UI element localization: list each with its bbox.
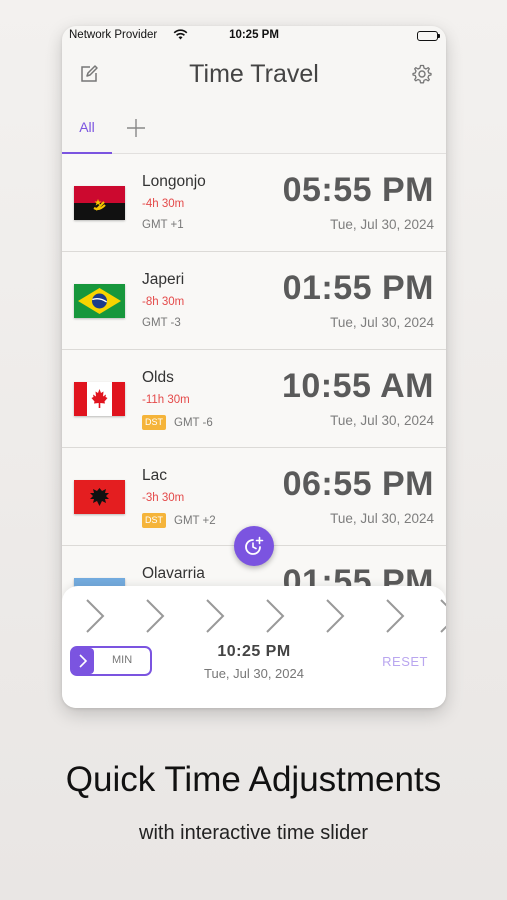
city-date: Tue, Jul 30, 2024 [330, 217, 434, 232]
gmt-line: GMT -3 [142, 317, 181, 329]
canada-flag-icon [74, 382, 125, 416]
city-time: 01:55 PM [282, 269, 434, 307]
tab-all[interactable]: All [62, 116, 112, 154]
city-time: 10:55 AM [281, 367, 434, 405]
city-name: Olds [142, 369, 174, 386]
city-time: 05:55 PM [282, 171, 434, 209]
brazil-flag-icon [74, 284, 125, 318]
gmt-line: DST GMT +2 [142, 513, 216, 528]
time-slider-panel: MIN 10:25 PM Tue, Jul 30, 2024 RESET [62, 586, 446, 708]
chevron-right-icon [266, 599, 285, 633]
tab-bar: All [62, 116, 446, 154]
gmt-label: GMT -6 [174, 416, 213, 429]
city-row[interactable]: Longonjo -4h 30m GMT +1 05:55 PM Tue, Ju… [62, 154, 446, 252]
reset-button[interactable]: RESET [382, 654, 428, 669]
city-name: Lac [142, 467, 167, 484]
gear-icon[interactable] [412, 64, 432, 89]
time-offset: -3h 30m [142, 492, 185, 504]
city-date: Tue, Jul 30, 2024 [330, 413, 434, 428]
nav-bar: Time Travel [62, 56, 446, 96]
city-name: Japeri [142, 271, 185, 288]
angola-flag-icon [74, 186, 125, 220]
city-date: Tue, Jul 30, 2024 [330, 511, 434, 526]
time-travel-fab-button[interactable] [234, 526, 274, 566]
city-name: Longonjo [142, 173, 206, 190]
time-offset: -4h 30m [142, 198, 185, 210]
chevron-right-icon [386, 599, 405, 633]
status-time: 10:25 PM [229, 29, 279, 41]
city-date: Tue, Jul 30, 2024 [330, 315, 434, 330]
chevron-right-icon [440, 599, 446, 633]
city-time: 06:55 PM [282, 465, 434, 503]
gmt-label: GMT +2 [174, 514, 216, 527]
chevron-right-icon [86, 599, 105, 633]
city-row[interactable]: Olds -11h 30m DST GMT -6 10:55 AM Tue, J… [62, 350, 446, 448]
clock-plus-icon [245, 536, 264, 555]
gmt-line: DST GMT -6 [142, 415, 213, 430]
chevron-right-icon [206, 599, 225, 633]
time-offset: -11h 30m [142, 394, 190, 406]
time-slider-track[interactable] [62, 592, 446, 638]
gmt-line: GMT +1 [142, 219, 184, 231]
add-tab-plus-icon[interactable] [124, 116, 148, 140]
page-title: Time Travel [189, 60, 319, 88]
promo-headline: Quick Time Adjustments [65, 760, 442, 799]
dst-badge: DST [142, 415, 166, 430]
promo-subline: with interactive time slider [139, 822, 368, 844]
battery-icon [417, 31, 440, 41]
albania-flag-icon [74, 480, 125, 514]
chevron-right-icon [146, 599, 165, 633]
chevron-right-icon [326, 599, 345, 633]
gmt-label: GMT +1 [142, 219, 184, 231]
status-bar: Network Provider 10:25 PM [62, 26, 446, 48]
dst-badge: DST [142, 513, 166, 528]
gmt-label: GMT -3 [142, 317, 181, 329]
time-offset: -8h 30m [142, 296, 185, 308]
city-row[interactable]: Japeri -8h 30m GMT -3 01:55 PM Tue, Jul … [62, 252, 446, 350]
phone-screen: Network Provider 10:25 PM Time Travel Al… [62, 26, 446, 708]
city-name: Olavarria [142, 565, 205, 582]
